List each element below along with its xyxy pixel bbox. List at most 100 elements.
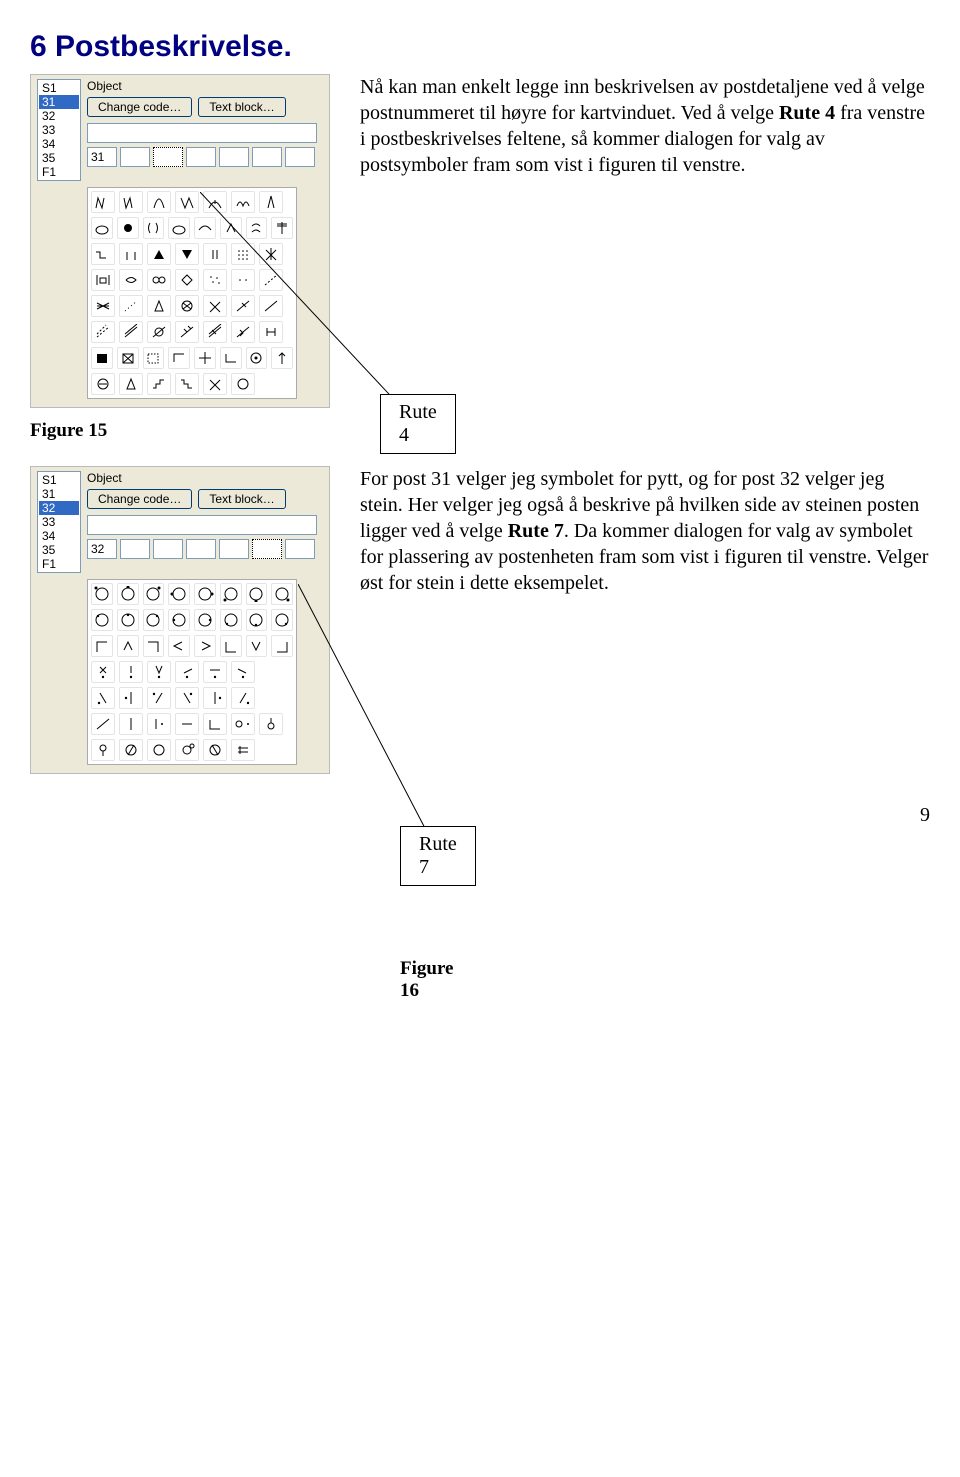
symbol-icon[interactable] [147,269,171,291]
code-field-3[interactable] [153,539,183,559]
symbol-icon[interactable] [231,661,255,683]
object-field[interactable] [87,515,317,535]
code-field-7[interactable] [285,539,315,559]
symbol-icon[interactable] [117,583,139,605]
symbol-icon[interactable] [231,739,255,761]
symbol-icon[interactable] [203,713,227,735]
code-field-2[interactable] [120,147,150,167]
symbol-icon[interactable] [194,635,216,657]
list-item[interactable]: 34 [39,529,79,543]
symbol-icon[interactable] [246,609,268,631]
list-item[interactable]: S1 [39,81,79,95]
symbol-icon[interactable] [143,609,165,631]
symbol-icon[interactable] [271,583,293,605]
text-block-button[interactable]: Text block… [198,97,285,117]
symbol-icon[interactable] [220,609,242,631]
code-field-4[interactable] [186,147,216,167]
list-item[interactable]: S1 [39,473,79,487]
symbol-icon[interactable] [259,713,283,735]
change-code-button[interactable]: Change code… [87,97,192,117]
symbol-icon[interactable] [143,635,165,657]
symbol-icon[interactable] [271,609,293,631]
symbol-icon[interactable] [91,687,115,709]
code-field-4[interactable] [186,539,216,559]
symbol-icon[interactable] [175,321,199,343]
list-item[interactable]: F1 [39,557,79,571]
symbol-icon[interactable] [147,373,171,395]
list-item[interactable]: 32 [39,109,79,123]
symbol-icon[interactable] [220,635,242,657]
change-code-button[interactable]: Change code… [87,489,192,509]
symbol-icon[interactable] [91,217,113,239]
symbol-icon[interactable] [91,321,115,343]
symbol-icon[interactable] [147,687,171,709]
symbol-icon[interactable] [194,583,216,605]
symbol-icon[interactable] [175,661,199,683]
symbol-icon[interactable] [91,373,115,395]
symbol-icon[interactable] [119,687,143,709]
list-item[interactable]: 35 [39,151,79,165]
symbol-icon[interactable] [91,609,113,631]
symbol-icon[interactable] [119,269,143,291]
symbol-icon[interactable] [175,243,199,265]
symbol-icon[interactable] [119,321,143,343]
symbol-icon[interactable] [175,269,199,291]
post-list-1[interactable]: S1 31 32 33 34 35 F1 [37,79,81,181]
symbol-icon[interactable] [147,191,171,213]
symbol-icon[interactable] [168,635,190,657]
symbol-icon[interactable] [119,191,143,213]
code-field-3[interactable] [153,147,183,167]
symbol-icon[interactable] [168,217,190,239]
object-field[interactable] [87,123,317,143]
symbol-icon[interactable] [91,583,113,605]
symbol-icon[interactable] [91,635,113,657]
symbol-icon[interactable] [119,713,143,735]
symbol-icon[interactable] [203,661,227,683]
symbol-icon[interactable] [231,687,255,709]
list-item[interactable]: 33 [39,515,79,529]
symbol-icon[interactable] [91,739,115,761]
symbol-icon[interactable] [91,269,115,291]
code-field-6[interactable] [252,539,282,559]
symbol-icon[interactable] [231,713,255,735]
list-item[interactable]: 31 [39,487,79,501]
list-item[interactable]: 33 [39,123,79,137]
symbol-icon[interactable] [168,583,190,605]
symbol-icon[interactable] [175,295,199,317]
code-field-1[interactable]: 32 [87,539,117,559]
list-item[interactable]: F1 [39,165,79,179]
code-field-7[interactable] [285,147,315,167]
code-field-5[interactable] [219,539,249,559]
symbol-icon[interactable] [119,661,143,683]
symbol-icon[interactable] [194,609,216,631]
symbol-icon[interactable] [117,217,139,239]
symbol-icon[interactable] [168,347,190,369]
symbol-icon[interactable] [175,373,199,395]
symbol-icon[interactable] [175,713,199,735]
symbol-icon[interactable] [175,191,199,213]
symbol-icon[interactable] [119,739,143,761]
symbol-icon[interactable] [143,583,165,605]
symbol-icon[interactable] [246,635,268,657]
text-block-button[interactable]: Text block… [198,489,285,509]
symbol-icon[interactable] [168,609,190,631]
list-item[interactable]: 35 [39,543,79,557]
symbol-icon[interactable] [143,217,165,239]
code-field-6[interactable] [252,147,282,167]
symbol-icon[interactable] [91,243,115,265]
symbol-icon[interactable] [119,243,143,265]
symbol-icon[interactable] [91,191,115,213]
symbol-icon[interactable] [220,583,242,605]
symbol-icon[interactable] [147,321,171,343]
list-item[interactable]: 31 [39,95,79,109]
symbol-icon[interactable] [147,661,171,683]
symbol-icon[interactable] [119,295,143,317]
symbol-icon[interactable] [91,661,115,683]
symbol-icon[interactable] [147,713,171,735]
symbol-icon[interactable] [143,347,165,369]
symbol-icon[interactable] [91,295,115,317]
symbol-icon[interactable] [117,347,139,369]
symbol-icon[interactable] [175,687,199,709]
symbol-icon[interactable] [246,583,268,605]
symbol-icon[interactable] [91,713,115,735]
